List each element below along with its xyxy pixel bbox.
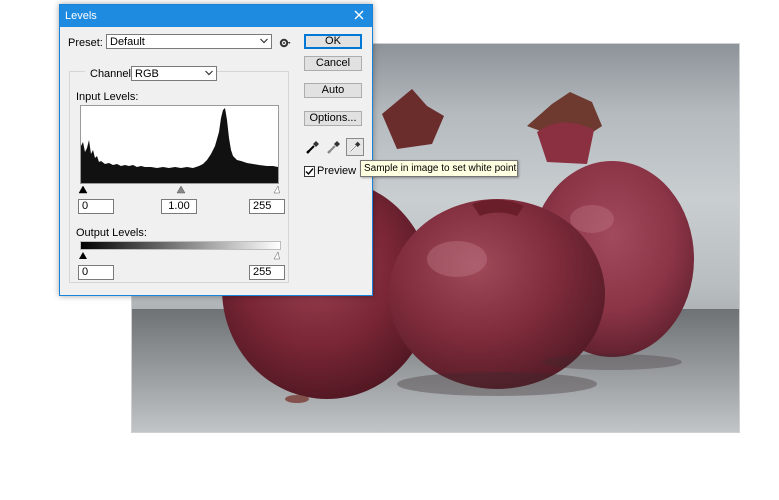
gray-point-eyedropper[interactable] xyxy=(325,138,343,156)
output-black-field[interactable]: 0 xyxy=(78,265,114,280)
output-white-field[interactable]: 255 xyxy=(249,265,285,280)
preview-label: Preview xyxy=(317,165,357,177)
input-levels-label: Input Levels: xyxy=(76,91,139,103)
close-icon[interactable] xyxy=(352,8,366,22)
channel-select[interactable]: RGB xyxy=(131,66,217,81)
black-point-eyedropper-icon xyxy=(306,141,319,154)
input-gamma-field[interactable]: 1.00 xyxy=(161,199,197,214)
dialog-titlebar[interactable]: Levels xyxy=(60,5,372,27)
dialog-title: Levels xyxy=(65,10,97,22)
channel-label: Channel: xyxy=(90,68,135,80)
eyedropper-tooltip: Sample in image to set white point xyxy=(360,160,518,177)
chevron-down-icon xyxy=(205,70,213,76)
preview-checkbox[interactable] xyxy=(304,166,315,177)
input-white-handle xyxy=(273,185,280,194)
preset-select[interactable]: Default xyxy=(106,34,272,49)
preset-value: Default xyxy=(110,36,145,48)
output-gradient xyxy=(80,241,281,250)
output-levels-slider[interactable] xyxy=(78,250,280,260)
auto-button[interactable]: Auto xyxy=(304,83,362,98)
output-black-handle xyxy=(79,252,87,259)
input-white-field[interactable]: 255 xyxy=(249,199,285,214)
cancel-button[interactable]: Cancel xyxy=(304,56,362,71)
input-black-handle xyxy=(78,185,88,194)
checkmark-icon xyxy=(305,168,314,176)
ok-button[interactable]: OK xyxy=(304,34,362,49)
channel-value: RGB xyxy=(135,68,159,80)
preset-label: Preset: xyxy=(68,37,103,49)
white-point-eyedropper[interactable] xyxy=(346,138,364,156)
histogram-graph xyxy=(81,108,278,183)
input-black-field[interactable]: 0 xyxy=(78,199,114,214)
output-white-handle xyxy=(273,251,280,260)
input-gamma-handle xyxy=(176,185,186,194)
options-button[interactable]: Options... xyxy=(304,111,362,126)
levels-dialog: Levels Preset: Default OK Cancel Auto Op… xyxy=(59,4,373,296)
output-levels-label: Output Levels: xyxy=(76,227,147,239)
histogram xyxy=(80,105,279,184)
chevron-down-icon xyxy=(260,38,268,44)
input-levels-slider[interactable] xyxy=(78,184,280,194)
gear-icon[interactable] xyxy=(279,37,291,49)
white-point-eyedropper-icon xyxy=(349,141,361,153)
black-point-eyedropper[interactable] xyxy=(304,138,322,156)
gray-point-eyedropper-icon xyxy=(327,141,340,154)
